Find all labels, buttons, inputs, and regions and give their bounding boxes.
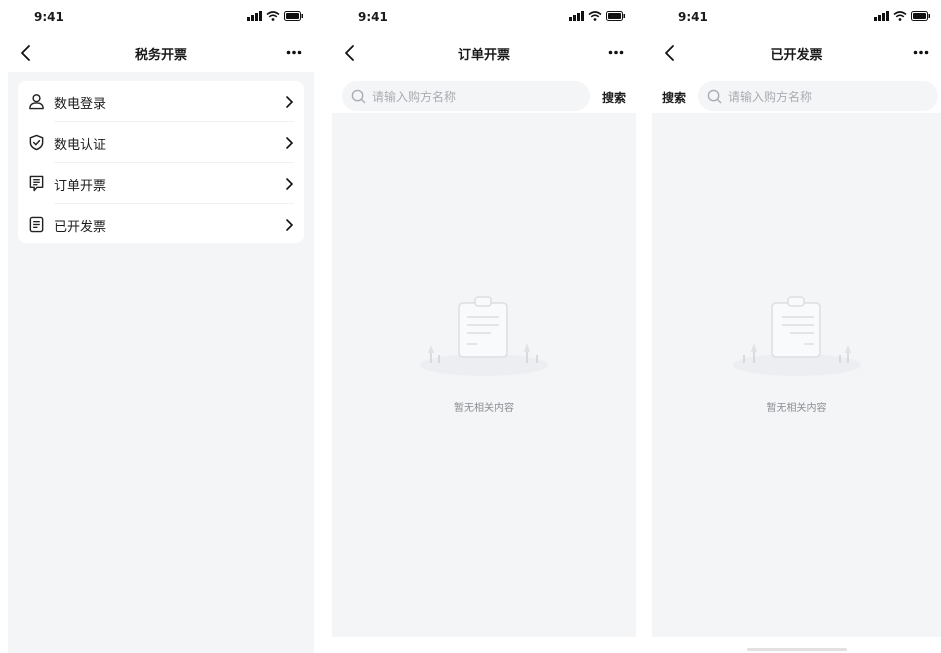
search-button[interactable]: 搜索 <box>662 89 686 106</box>
wifi-icon <box>588 11 602 21</box>
menu-item-order-invoicing[interactable]: 订单开票 <box>18 163 304 204</box>
status-time: 9:41 <box>358 10 388 24</box>
menu-item-issued-invoices[interactable]: 已开发票 <box>18 204 304 245</box>
search-placeholder: 请输入购方名称 <box>372 90 457 104</box>
user-icon <box>29 94 44 110</box>
menu-card: 数电登录 数电认证 订单开票 已开发票 <box>18 81 304 243</box>
status-bar: 9:41 <box>8 0 314 34</box>
empty-state-text: 暂无相关内容 <box>454 403 514 414</box>
battery-icon <box>911 11 930 21</box>
wifi-icon <box>893 11 907 21</box>
status-icons <box>874 11 931 21</box>
screen-issued-invoices: 9:41 已开发票 搜索 请输入购方名称 暂无相关内容 <box>652 0 941 653</box>
menu-item-digital-auth[interactable]: 数电认证 <box>18 122 304 163</box>
search-icon <box>707 89 722 104</box>
status-icons <box>569 11 626 21</box>
signal-icon <box>247 11 262 21</box>
chevron-right-icon <box>286 219 294 231</box>
more-icon[interactable] <box>913 50 929 55</box>
empty-list: 暂无相关内容 <box>332 113 636 637</box>
search-input[interactable]: 请输入购方名称 <box>342 81 590 111</box>
menu-item-label: 订单开票 <box>54 179 107 194</box>
chevron-right-icon <box>286 178 294 190</box>
status-bar: 9:41 <box>652 0 941 34</box>
menu-item-label: 数电认证 <box>54 138 107 153</box>
battery-icon <box>606 11 625 21</box>
more-icon[interactable] <box>286 50 302 55</box>
nav-bar: 订单开票 <box>332 34 636 72</box>
menu-item-digital-login[interactable]: 数电登录 <box>18 81 304 122</box>
empty-list: 暂无相关内容 <box>652 113 941 637</box>
signal-icon <box>874 11 889 21</box>
page-title: 订单开票 <box>457 48 510 63</box>
chevron-right-icon <box>286 137 294 149</box>
status-icons <box>247 11 304 21</box>
search-button[interactable]: 搜索 <box>602 89 626 106</box>
search-input[interactable]: 请输入购方名称 <box>698 81 938 111</box>
chevron-right-icon <box>286 96 294 108</box>
search-placeholder: 请输入购方名称 <box>728 90 813 104</box>
empty-state-text: 暂无相关内容 <box>766 403 827 414</box>
nav-bar: 税务开票 <box>8 34 314 72</box>
search-icon <box>351 89 366 104</box>
status-bar: 9:41 <box>332 0 636 34</box>
nav-bar: 已开发票 <box>652 34 941 72</box>
signal-icon <box>569 11 584 21</box>
empty-clipboard-icon <box>420 296 548 376</box>
order-doc-icon <box>29 175 44 192</box>
home-indicator <box>746 648 847 651</box>
shield-check-icon <box>29 134 44 151</box>
more-icon[interactable] <box>608 50 624 55</box>
invoice-doc-icon <box>29 216 44 233</box>
wifi-icon <box>266 11 280 21</box>
screen-order-invoicing: 9:41 订单开票 请输入购方名称 搜索 暂无相关内容 <box>332 0 636 653</box>
search-bar: 搜索 请输入购方名称 <box>652 81 941 113</box>
screen-tax-invoicing: 9:41 税务开票 数电登录 数电认证 订单开票 已开发票 <box>8 0 314 653</box>
menu-item-label: 已开发票 <box>54 220 107 235</box>
status-time: 9:41 <box>678 10 708 24</box>
empty-clipboard-icon <box>732 296 861 376</box>
battery-icon <box>284 11 303 21</box>
menu-item-label: 数电登录 <box>54 97 107 112</box>
page-title: 税务开票 <box>134 48 187 63</box>
status-time: 9:41 <box>34 10 64 24</box>
page-title: 已开发票 <box>770 48 823 63</box>
search-bar: 请输入购方名称 搜索 <box>332 81 636 113</box>
